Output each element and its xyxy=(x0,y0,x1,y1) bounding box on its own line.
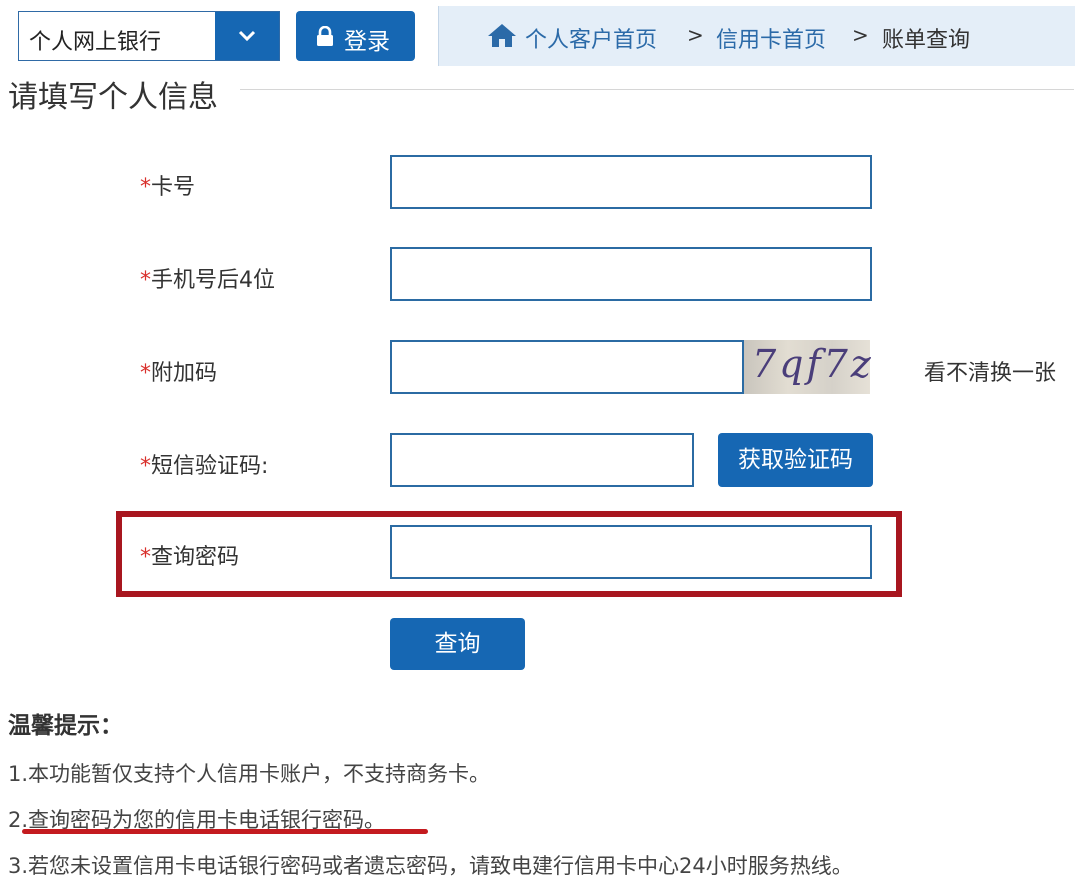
breadcrumb-separator: > xyxy=(852,23,869,47)
captcha-input[interactable] xyxy=(390,340,744,394)
phone-last4-input[interactable] xyxy=(390,247,872,301)
sms-code-input[interactable] xyxy=(390,433,694,487)
chevron-down-icon xyxy=(238,30,256,42)
required-mark: * xyxy=(140,268,151,293)
login-label: 登录 xyxy=(344,29,390,55)
tips-title: 温馨提示： xyxy=(8,713,123,739)
section-divider xyxy=(240,89,1074,90)
get-sms-code-button[interactable]: 获取验证码 xyxy=(718,433,873,487)
query-submit-button[interactable]: 查询 xyxy=(390,618,525,670)
tip-highlight-underline xyxy=(22,829,428,834)
query-password-input[interactable] xyxy=(390,525,872,579)
card-number-label: *卡号 xyxy=(140,169,195,201)
refresh-captcha-link[interactable]: 看不清换一张 xyxy=(924,355,1056,387)
required-mark: * xyxy=(140,175,151,200)
captcha-label-text: 附加码 xyxy=(151,361,218,386)
home-icon xyxy=(488,24,516,47)
breadcrumb-current: 账单查询 xyxy=(882,28,971,53)
sms-code-label: *短信验证码: xyxy=(140,448,268,480)
bank-select-dropdown-button[interactable] xyxy=(215,12,279,60)
breadcrumb: 个人客户首页 > 信用卡首页 > 账单查询 xyxy=(438,6,1075,66)
required-mark: * xyxy=(140,454,151,479)
breadcrumb-separator: > xyxy=(687,23,704,47)
required-mark: * xyxy=(140,545,151,570)
tip-item: 3.若您未设置信用卡电话银行密码或者遗忘密码，请致电建行信用卡中心24小时服务热… xyxy=(8,854,853,878)
query-password-label-text: 查询密码 xyxy=(151,545,240,570)
card-number-input[interactable] xyxy=(390,155,872,209)
captcha-label: *附加码 xyxy=(140,355,217,387)
breadcrumb-home-link[interactable]: 个人客户首页 xyxy=(525,22,657,54)
required-mark: * xyxy=(140,361,151,386)
login-button[interactable]: 登录 xyxy=(296,11,415,61)
tip-item: 1.本功能暂仅支持个人信用卡账户，不支持商务卡。 xyxy=(8,762,491,786)
bank-select[interactable]: 个人网上银行 xyxy=(18,11,280,61)
phone-last4-label-text: 手机号后4位 xyxy=(151,268,275,293)
sms-code-label-text: 短信验证码: xyxy=(151,454,269,479)
query-password-label: *查询密码 xyxy=(140,539,239,571)
lock-icon xyxy=(317,26,333,46)
breadcrumb-credit-card-link[interactable]: 信用卡首页 xyxy=(716,22,826,54)
captcha-image-text: 7qf7z xyxy=(752,342,874,386)
card-number-label-text: 卡号 xyxy=(151,175,196,200)
bank-select-value: 个人网上银行 xyxy=(29,30,162,55)
section-title: 请填写个人信息 xyxy=(8,80,218,115)
phone-last4-label: *手机号后4位 xyxy=(140,262,275,294)
captcha-image[interactable]: 7qf7z xyxy=(744,340,871,394)
